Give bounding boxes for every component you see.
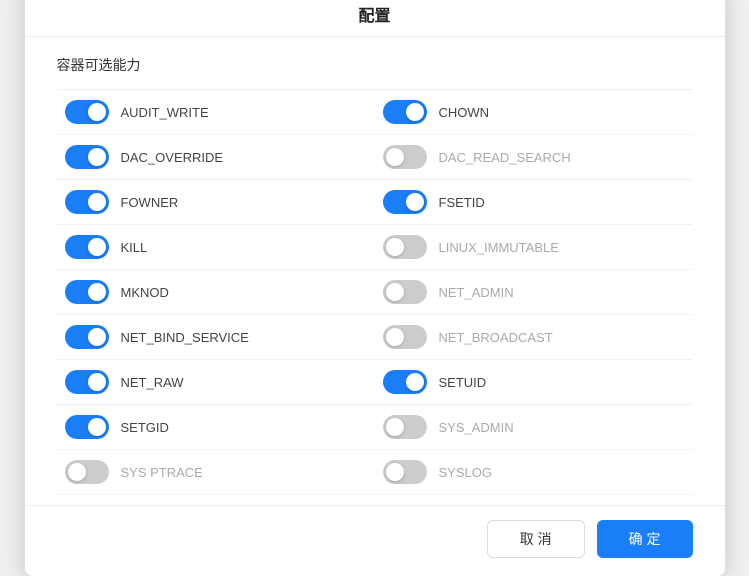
cap-label-FSETID: FSETID [439, 195, 485, 210]
cancel-button[interactable]: 取 消 [487, 520, 585, 558]
cap-item: CHOWN [375, 90, 693, 135]
cap-item: FSETID [375, 180, 693, 225]
toggle-DAC_READ_SEARCH[interactable] [383, 145, 427, 169]
cap-item: SYS_ADMIN [375, 405, 693, 450]
cap-label-SYS_PTRACE: SYS PTRACE [121, 465, 203, 480]
capabilities-grid: AUDIT_WRITE CHOWN DAC_OVERRIDE [57, 89, 693, 495]
cap-item: AUDIT_WRITE [57, 90, 375, 135]
cap-item: SYS PTRACE [57, 450, 375, 495]
cap-label-FOWNER: FOWNER [121, 195, 179, 210]
toggle-NET_ADMIN[interactable] [383, 280, 427, 304]
cap-item: NET_RAW [57, 360, 375, 405]
section-label: 容器可选能力 [57, 55, 693, 75]
cap-item: LINUX_IMMUTABLE [375, 225, 693, 270]
toggle-SYSLOG[interactable] [383, 460, 427, 484]
cap-item: MKNOD [57, 270, 375, 315]
toggle-SETUID[interactable] [383, 370, 427, 394]
toggle-DAC_OVERRIDE[interactable] [65, 145, 109, 169]
toggle-NET_BROADCAST[interactable] [383, 325, 427, 349]
toggle-FSETID[interactable] [383, 190, 427, 214]
dialog-title: 配置 [25, 0, 725, 37]
cap-item: NET_BROADCAST [375, 315, 693, 360]
toggle-LINUX_IMMUTABLE[interactable] [383, 235, 427, 259]
cap-label-DAC_READ_SEARCH: DAC_READ_SEARCH [439, 150, 571, 165]
cap-label-SYSLOG: SYSLOG [439, 465, 492, 480]
cap-item: DAC_OVERRIDE [57, 135, 375, 180]
config-dialog: 配置 容器可选能力 AUDIT_WRITE CHOWN [25, 0, 725, 576]
cap-label-CHOWN: CHOWN [439, 105, 490, 120]
cap-label-NET_BIND_SERVICE: NET_BIND_SERVICE [121, 330, 249, 345]
confirm-button[interactable]: 确 定 [597, 520, 693, 558]
cap-item: SETGID [57, 405, 375, 450]
toggle-FOWNER[interactable] [65, 190, 109, 214]
cap-label-NET_ADMIN: NET_ADMIN [439, 285, 514, 300]
cap-label-NET_BROADCAST: NET_BROADCAST [439, 330, 553, 345]
cap-label-SYS_ADMIN: SYS_ADMIN [439, 420, 514, 435]
cap-label-NET_RAW: NET_RAW [121, 375, 184, 390]
dialog-body: 容器可选能力 AUDIT_WRITE CHOWN [25, 37, 725, 505]
cap-label-AUDIT_WRITE: AUDIT_WRITE [121, 105, 209, 120]
toggle-MKNOD[interactable] [65, 280, 109, 304]
toggle-KILL[interactable] [65, 235, 109, 259]
cap-label-SETGID: SETGID [121, 420, 169, 435]
cap-item: DAC_READ_SEARCH [375, 135, 693, 180]
toggle-NET_BIND_SERVICE[interactable] [65, 325, 109, 349]
cap-item: NET_BIND_SERVICE [57, 315, 375, 360]
toggle-SYS_ADMIN[interactable] [383, 415, 427, 439]
cap-item: NET_ADMIN [375, 270, 693, 315]
toggle-AUDIT_WRITE[interactable] [65, 100, 109, 124]
cap-label-DAC_OVERRIDE: DAC_OVERRIDE [121, 150, 224, 165]
toggle-NET_RAW[interactable] [65, 370, 109, 394]
cap-item: FOWNER [57, 180, 375, 225]
toggle-CHOWN[interactable] [383, 100, 427, 124]
cap-item: SYSLOG [375, 450, 693, 495]
toggle-SYS_PTRACE[interactable] [65, 460, 109, 484]
dialog-footer: 取 消 确 定 [25, 505, 725, 576]
cap-item: SETUID [375, 360, 693, 405]
cap-label-MKNOD: MKNOD [121, 285, 169, 300]
cap-label-LINUX_IMMUTABLE: LINUX_IMMUTABLE [439, 240, 559, 255]
toggle-SETGID[interactable] [65, 415, 109, 439]
cap-item: KILL [57, 225, 375, 270]
cap-label-SETUID: SETUID [439, 375, 487, 390]
cap-label-KILL: KILL [121, 240, 148, 255]
